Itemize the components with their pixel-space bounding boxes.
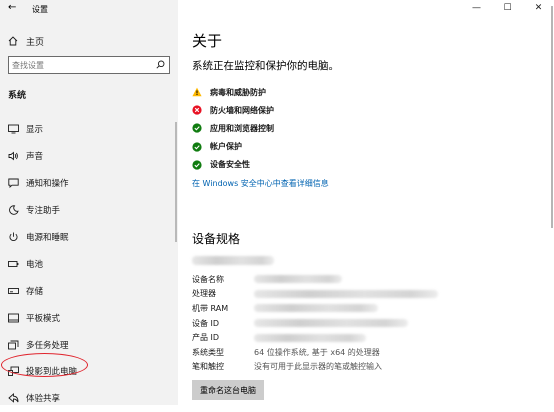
status-label: 病毒和威胁防护: [210, 87, 266, 97]
sidebar-item-label: 体验共享: [26, 394, 61, 405]
spec-key: 机带 RAM: [192, 303, 229, 313]
spec-row-ram: 机带 RAM: [192, 301, 438, 316]
status-label: 应用和浏览器控制: [210, 123, 274, 133]
sidebar-item-battery[interactable]: 电池: [0, 250, 178, 277]
sidebar-item-notifications[interactable]: 通知和操作: [0, 170, 178, 197]
multitasking-icon: [7, 340, 19, 350]
back-arrow-icon[interactable]: ←: [8, 2, 16, 13]
search-input[interactable]: [12, 58, 150, 72]
specs-heading: 设备规格: [192, 232, 241, 246]
sidebar-scrollbar[interactable]: [175, 122, 177, 242]
maximize-button[interactable]: ☐: [492, 0, 523, 16]
storage-icon: [7, 286, 19, 296]
spec-value-redacted: [254, 275, 342, 284]
sidebar-item-display[interactable]: 显示: [0, 116, 178, 143]
device-specs-list: 设备名称 处理器 机带 RAM 设备 ID 产品 ID 系统类型 64 位操作系…: [192, 272, 438, 374]
spec-key: 处理器: [192, 289, 216, 299]
spec-key: 设备 ID: [192, 318, 220, 328]
security-status-list: 病毒和威胁防护 防火墙和网络保护 应用和浏览器控制 帐户保护 设备安全性: [192, 83, 274, 174]
sidebar-item-label: 电池: [26, 259, 44, 270]
tablet-icon: [7, 313, 19, 323]
home-label: 主页: [26, 37, 45, 48]
sidebar-item-storage[interactable]: 存储: [0, 277, 178, 304]
protection-status-text: 系统正在监控和保护你的电脑。: [192, 60, 339, 72]
spec-row-system-type: 系统类型 64 位操作系统, 基于 x64 的处理器: [192, 345, 438, 360]
spec-row-device-name: 设备名称: [192, 272, 438, 287]
close-button[interactable]: ✕: [523, 0, 554, 16]
search-box[interactable]: [8, 56, 170, 74]
spec-value-redacted: [254, 289, 438, 298]
spec-value: 64 位操作系统, 基于 x64 的处理器: [254, 347, 380, 357]
home-nav-item[interactable]: 主页: [0, 31, 178, 51]
status-item-firewall: 防火墙和网络保护: [192, 101, 274, 119]
spec-value-redacted: [254, 319, 408, 328]
power-icon: [7, 232, 19, 242]
status-label: 帐户保护: [210, 142, 242, 152]
nav-list: 显示 声音 通知和操作 专注助手 电源和睡眠 电池 存储 平板模式 多任务处理 …: [0, 116, 178, 412]
check-icon: [192, 123, 202, 134]
sidebar-item-label: 投影到此电脑: [26, 367, 78, 378]
shared-experiences-icon: [7, 393, 19, 404]
status-item-device-security: 设备安全性: [192, 156, 274, 174]
sidebar-item-label: 平板模式: [26, 313, 61, 324]
sidebar-item-label: 多任务处理: [26, 340, 69, 351]
error-icon: [192, 105, 202, 115]
spec-row-processor: 处理器: [192, 287, 438, 302]
spec-key: 设备名称: [192, 274, 224, 284]
section-label-system: 系统: [8, 91, 27, 101]
home-icon: [8, 36, 18, 46]
moon-icon: [7, 205, 19, 215]
sidebar-item-label: 存储: [26, 286, 44, 297]
spec-value-redacted: [254, 333, 366, 342]
minimize-button[interactable]: —: [461, 0, 492, 16]
spec-row-device-id: 设备 ID: [192, 316, 438, 331]
device-name-redacted: [192, 256, 274, 268]
spec-row-pen-touch: 笔和触控 没有可用于此显示器的笔或触控输入: [192, 360, 438, 375]
spec-key: 笔和触控: [192, 362, 224, 372]
page-title: 关于: [192, 32, 223, 50]
spec-row-product-id: 产品 ID: [192, 330, 438, 345]
sidebar-item-shared-experiences[interactable]: 体验共享: [0, 385, 178, 412]
sidebar-item-projecting[interactable]: 投影到此电脑: [0, 358, 178, 385]
window-title: 设置: [32, 5, 48, 14]
rename-pc-button[interactable]: 重命名这台电脑: [192, 380, 264, 400]
sidebar-item-label: 声音: [26, 152, 44, 163]
status-label: 设备安全性: [210, 160, 250, 170]
notifications-icon: [7, 178, 19, 189]
sidebar-item-label: 通知和操作: [26, 179, 69, 190]
status-label: 防火墙和网络保护: [210, 105, 274, 115]
status-item-app-browser: 应用和浏览器控制: [192, 119, 274, 137]
sidebar-item-sound[interactable]: 声音: [0, 143, 178, 170]
content-scrollbar[interactable]: [551, 6, 553, 228]
spec-value: 没有可用于此显示器的笔或触控输入: [254, 362, 382, 372]
projecting-icon: [7, 366, 19, 377]
spec-key: 系统类型: [192, 347, 224, 357]
display-icon: [7, 124, 19, 134]
search-icon[interactable]: [156, 60, 165, 72]
check-icon: [192, 142, 202, 152]
sidebar-item-tablet-mode[interactable]: 平板模式: [0, 304, 178, 331]
sidebar: ← 设置 主页 系统 显示 声音 通知和操作: [0, 0, 178, 405]
window-controls: — ☐ ✕: [461, 0, 554, 16]
check-icon: [192, 160, 202, 170]
sidebar-item-power-sleep[interactable]: 电源和睡眠: [0, 224, 178, 251]
sidebar-item-label: 专注助手: [26, 206, 61, 217]
warning-icon: [192, 87, 202, 97]
sidebar-item-label: 电源和睡眠: [26, 233, 69, 243]
spec-key: 产品 ID: [192, 333, 220, 343]
sidebar-item-label: 显示: [26, 125, 44, 136]
spec-value-redacted: [254, 304, 378, 313]
sound-icon: [7, 151, 19, 161]
sidebar-item-focus-assist[interactable]: 专注助手: [0, 197, 178, 224]
battery-icon: [7, 259, 19, 269]
status-item-account-protection: 帐户保护: [192, 138, 274, 156]
sidebar-item-multitasking[interactable]: 多任务处理: [0, 331, 178, 358]
status-item-virus-protection: 病毒和威胁防护: [192, 83, 274, 101]
security-center-link[interactable]: 在 Windows 安全中心中查看详细信息: [192, 178, 329, 189]
